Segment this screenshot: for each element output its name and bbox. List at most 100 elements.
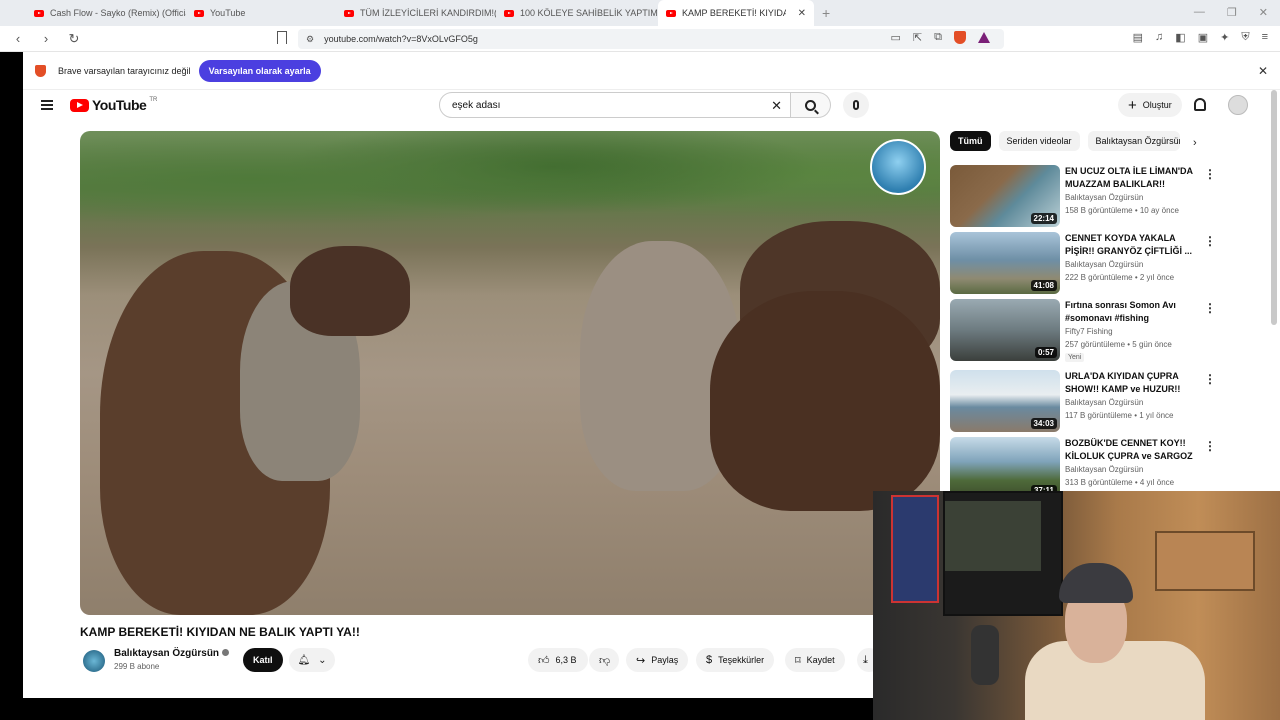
bookmark-icon[interactable] <box>277 31 287 44</box>
like-button[interactable]: 👍︎ 6,3 B <box>528 648 588 672</box>
video-thumbnail[interactable]: 41:08 <box>950 232 1060 294</box>
youtube-logo[interactable]: YouTube TR <box>70 97 157 113</box>
wall-poster <box>891 495 939 603</box>
music-icon[interactable]: ♫ <box>1155 31 1163 44</box>
more-options-icon[interactable]: ⋮ <box>1204 439 1216 453</box>
clear-search-icon[interactable]: ✕ <box>771 98 782 114</box>
recommended-channel[interactable]: Balıktaysan Özgürsün <box>1065 260 1143 269</box>
video-player[interactable] <box>80 131 940 615</box>
close-window-icon[interactable]: ✕ <box>1259 6 1268 19</box>
search-button[interactable] <box>791 92 831 118</box>
microphone-icon <box>853 100 859 110</box>
video-thumbnail[interactable]: 34:03 <box>950 370 1060 432</box>
video-thumbnail[interactable]: 37:11 <box>950 437 1060 499</box>
create-button[interactable]: + Oluştur <box>1118 93 1182 117</box>
search-input[interactable]: eşek adası ✕ <box>439 92 791 118</box>
set-default-button[interactable]: Varsayılan olarak ayarla <box>198 59 321 82</box>
cast-icon[interactable]: ▭ <box>891 31 901 44</box>
more-options-icon[interactable]: ⋮ <box>1204 301 1216 315</box>
browser-tab-4[interactable]: 100 KÖLEYE SAHİBELİK YAPTIM! (SO <box>496 0 658 26</box>
browser-tab-2[interactable]: YouTube <box>186 0 336 26</box>
wallet-icon[interactable]: ▣ <box>1198 31 1208 44</box>
brave-rewards-icon[interactable] <box>978 32 990 43</box>
channel-avatar[interactable] <box>83 650 105 672</box>
search-icon <box>805 99 816 111</box>
tab-label: Cash Flow - Sayko (Remix) (Official A <box>50 8 186 18</box>
browser-tab-active[interactable]: KAMP BEREKETİ! KIYIDAN NE BA ✕ <box>658 0 814 26</box>
streamer <box>1025 563 1205 720</box>
more-options-icon[interactable]: ⋮ <box>1204 372 1216 386</box>
recommended-title[interactable]: EN UCUZ OLTA İLE LİMAN'DA MUAZZAM BALIKL… <box>1065 165 1197 191</box>
region-code: TR <box>149 97 158 103</box>
recommended-meta: 117 B görüntüleme • 1 yıl önce <box>1065 411 1174 420</box>
channel-name-text: Balıktaysan Özgürsün <box>114 648 220 659</box>
dislike-button[interactable]: 👎︎ <box>589 648 619 672</box>
video-thumbnail[interactable]: 22:14 <box>950 165 1060 227</box>
url-text: youtube.com/watch?v=8VxOLvGFO5g <box>324 34 478 44</box>
youtube-wordmark: YouTube <box>92 97 147 113</box>
voice-search-button[interactable] <box>843 92 869 118</box>
chip-all[interactable]: Tümü <box>950 131 991 151</box>
user-avatar[interactable] <box>1228 95 1248 115</box>
brave-shields-icon[interactable] <box>954 31 966 44</box>
copy-link-icon[interactable]: ⧉ <box>934 31 942 44</box>
chevron-right-icon[interactable]: › <box>1193 137 1197 149</box>
new-tab-icon[interactable]: + <box>822 5 830 21</box>
save-label: Kaydet <box>806 655 835 665</box>
thumbs-down-icon: 👎︎ <box>599 654 611 667</box>
video-duration: 34:03 <box>1030 418 1057 429</box>
channel-name[interactable]: Balıktaysan Özgürsün <box>114 648 230 659</box>
more-options-icon[interactable]: ⋮ <box>1204 234 1216 248</box>
recommended-video[interactable]: 0:57 Fırtına sonrası Somon Avı #somonavı… <box>950 299 1220 362</box>
join-button[interactable]: Katıl <box>243 648 283 672</box>
recommended-channel[interactable]: Fifty7 Fishing <box>1065 327 1113 336</box>
sidebar-icon[interactable]: ▤ <box>1133 31 1143 44</box>
hamburger-menu-icon[interactable] <box>41 100 53 110</box>
recommended-channel[interactable]: Balıktaysan Özgürsün <box>1065 193 1143 202</box>
leo-icon[interactable]: ✦ <box>1220 31 1229 44</box>
thanks-button[interactable]: $ Teşekkürler <box>696 648 775 672</box>
site-info-icon[interactable]: ⚙ <box>306 34 314 45</box>
back-icon[interactable]: ‹ <box>8 31 28 46</box>
download-icon: ⤓ <box>863 653 868 666</box>
minimize-icon[interactable]: — <box>1194 6 1205 19</box>
chip-series[interactable]: Seriden videolar <box>998 131 1080 151</box>
browser-tab-3[interactable]: TÜM İZLEYİCİLERİ KANDIRDIM!(BAR <box>336 0 496 26</box>
notifications-bell-icon[interactable] <box>1194 98 1206 111</box>
recommended-title[interactable]: BOZBÜK'DE CENNET KOY!! KİLOLUK ÇUPRA ve … <box>1065 437 1197 463</box>
close-tab-icon[interactable]: ✕ <box>798 8 806 19</box>
restore-icon[interactable]: ❐ <box>1227 6 1237 19</box>
close-infobar-icon[interactable]: ✕ <box>1258 64 1268 78</box>
subscription-notification-button[interactable]: 🔔︎ ⌄ <box>289 648 335 672</box>
recommended-video[interactable]: 22:14 EN UCUZ OLTA İLE LİMAN'DA MUAZZAM … <box>950 165 1220 227</box>
recommended-video[interactable]: 41:08 CENNET KOYDA YAKALA PİŞİR!! GRANYÖ… <box>950 232 1220 294</box>
reload-icon[interactable]: ↻ <box>64 31 84 47</box>
recommended-video[interactable]: 34:03 URLA'DA KIYIDAN ÇUPRA SHOW!! KAMP … <box>950 370 1220 432</box>
recommended-title[interactable]: URLA'DA KIYIDAN ÇUPRA SHOW!! KAMP ve HUZ… <box>1065 370 1197 396</box>
default-browser-infobar: Brave varsayılan tarayıcınız değil Varsa… <box>23 52 1280 90</box>
menu-icon[interactable]: ≡ <box>1262 31 1268 44</box>
recommended-channel[interactable]: Balıktaysan Özgürsün <box>1065 398 1143 407</box>
recommended-title[interactable]: CENNET KOYDA YAKALA PİŞİR!! GRANYÖZ ÇİFT… <box>1065 232 1197 258</box>
recommended-channel[interactable]: Balıktaysan Özgürsün <box>1065 465 1143 474</box>
video-frame-donkey <box>710 291 940 511</box>
video-duration: 0:57 <box>1034 347 1057 358</box>
background-screen <box>945 501 1041 571</box>
recommended-title[interactable]: Fırtına sonrası Somon Avı #somonavı #fis… <box>1065 299 1197 325</box>
reader-icon[interactable]: ◧ <box>1175 31 1185 44</box>
address-bar[interactable]: ⚙ youtube.com/watch?v=8VxOLvGFO5g ▭ ⇱ ⧉ <box>298 29 1004 49</box>
video-thumbnail[interactable]: 0:57 <box>950 299 1060 361</box>
share-icon[interactable]: ⇱ <box>913 31 922 44</box>
share-button[interactable]: ↪ Paylaş <box>626 648 689 672</box>
thanks-label: Teşekkürler <box>718 655 765 665</box>
page-scrollbar[interactable] <box>1271 90 1277 325</box>
vpn-icon[interactable]: ⛨ <box>1241 31 1249 44</box>
more-options-icon[interactable]: ⋮ <box>1204 167 1216 181</box>
chip-channel[interactable]: Balıktaysan Özgürsün <box>1087 131 1180 151</box>
save-button[interactable]: ⌑ Kaydet <box>785 648 845 672</box>
forward-icon[interactable]: › <box>36 31 56 46</box>
left-border <box>0 52 23 720</box>
recommended-video[interactable]: 37:11 BOZBÜK'DE CENNET KOY!! KİLOLUK ÇUP… <box>950 437 1220 499</box>
chevron-down-icon: ⌄ <box>318 654 327 666</box>
browser-tab-1[interactable]: Cash Flow - Sayko (Remix) (Official A <box>26 0 186 26</box>
